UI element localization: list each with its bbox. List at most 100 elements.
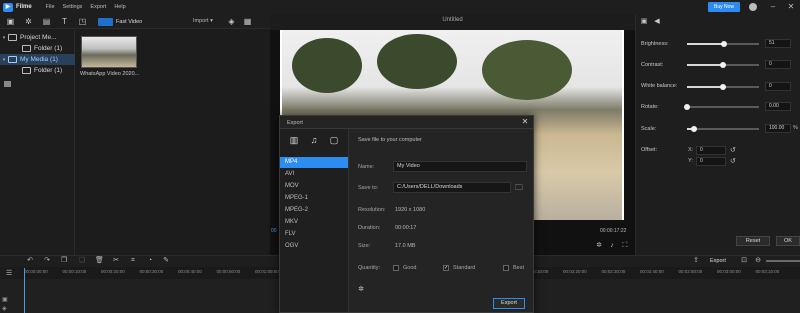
device-format-icon[interactable]: ▢: [329, 135, 339, 145]
contrast-handle[interactable]: [720, 62, 726, 68]
save-to-input[interactable]: C:/Users/DELL/Downloads: [393, 182, 511, 193]
user-icon[interactable]: [749, 3, 757, 11]
rotate-label: Rotate:: [641, 104, 659, 110]
video-content: [292, 38, 362, 93]
audio-tab-icon[interactable]: ◀: [653, 18, 661, 26]
chevron-down-icon[interactable]: ▾: [0, 57, 8, 63]
zoom-fit-icon[interactable]: ⊡: [740, 257, 748, 265]
brightness-value[interactable]: 51: [765, 39, 791, 48]
timeline-export-button[interactable]: Export: [710, 258, 726, 264]
split-icon[interactable]: ✂: [112, 257, 120, 265]
offset-label: Offset:: [641, 147, 658, 153]
tree-item-folder[interactable]: Folder (1): [0, 43, 75, 54]
paste-icon[interactable]: ❏: [78, 257, 86, 265]
text-icon[interactable]: T: [60, 17, 69, 26]
delete-icon[interactable]: 🗑: [95, 257, 104, 265]
menu-settings[interactable]: Settings: [63, 4, 83, 10]
settings-icon[interactable]: ✲: [595, 242, 603, 250]
rotate-slider[interactable]: [687, 106, 759, 108]
quality-standard-checkbox[interactable]: ✓: [443, 265, 449, 271]
elements-icon[interactable]: ◳: [78, 17, 87, 26]
ok-button[interactable]: OK: [776, 236, 800, 246]
media-icon[interactable]: ▣: [6, 17, 15, 26]
offset-y-label: Y:: [688, 158, 693, 164]
timeline-tick-label: 00:02:50:00: [678, 269, 703, 274]
audio-format-icon[interactable]: ♫: [309, 135, 319, 145]
close-icon[interactable]: ✕: [521, 118, 529, 126]
edit-icon[interactable]: ✎: [162, 257, 170, 265]
format-mov[interactable]: MOV: [280, 181, 348, 192]
copy-icon[interactable]: ❐: [60, 257, 68, 265]
white-balance-value[interactable]: 0: [765, 82, 791, 91]
effects-icon[interactable]: ✲: [24, 17, 33, 26]
name-input[interactable]: My Video: [393, 161, 527, 172]
rotate-handle[interactable]: [684, 104, 690, 110]
white-balance-handle[interactable]: [720, 84, 726, 90]
gear-icon[interactable]: ✲: [357, 286, 365, 294]
fast-video-button[interactable]: Fast Video: [98, 17, 142, 26]
export-button[interactable]: Export: [493, 298, 525, 309]
format-mpeg-1[interactable]: MPEG-1: [280, 193, 348, 204]
tree-item-my-media[interactable]: ▾ My Media (1): [0, 54, 75, 65]
format-mpeg-2[interactable]: MPEG-2: [280, 205, 348, 216]
track-menu-icon[interactable]: ☰: [6, 270, 14, 278]
redo-icon[interactable]: ↷: [43, 257, 51, 265]
export-icon[interactable]: ⇪: [692, 257, 700, 265]
transition-icon[interactable]: ▤: [42, 17, 51, 26]
menu-bar: ▶ Filme File Settings Export Help: [0, 0, 800, 14]
rotate-value[interactable]: 0.00: [765, 102, 791, 111]
volume-icon[interactable]: ♪: [608, 242, 616, 250]
fullscreen-icon[interactable]: ⛶: [621, 242, 629, 250]
offset-y-input[interactable]: 0: [696, 157, 726, 166]
reset-y-icon[interactable]: ↺: [730, 157, 736, 165]
tree-item-project-media[interactable]: ▾ Project Me...: [0, 32, 75, 43]
chevron-down-icon[interactable]: ▾: [0, 35, 8, 41]
preview-title: Untitled: [442, 17, 463, 23]
menu-file[interactable]: File: [46, 4, 55, 10]
menu-export[interactable]: Export: [90, 4, 106, 10]
timeline-tick-label: 00:02:30:00: [601, 269, 626, 274]
reset-button[interactable]: Reset: [736, 236, 770, 246]
format-avi[interactable]: AVI: [280, 169, 348, 180]
format-flv[interactable]: FLV: [280, 229, 348, 240]
offset-x-input[interactable]: 0: [696, 146, 726, 155]
duration-label: Duration:: [358, 225, 381, 231]
video-content: [482, 40, 572, 100]
format-mkv[interactable]: MKV: [280, 217, 348, 228]
video-format-icon[interactable]: ▥: [289, 135, 299, 145]
folder-icon[interactable]: 🗀: [514, 184, 524, 192]
timeline-tick-label: 00:02:20:00: [563, 269, 587, 274]
crop-icon[interactable]: ⌗: [129, 257, 137, 265]
timeline-tick-label: 00:00:10:00: [62, 269, 87, 274]
zoom-out-icon[interactable]: ⊖: [754, 257, 762, 265]
quality-good-checkbox[interactable]: [393, 265, 399, 271]
media-thumbnail-label: WhatsApp Video 2020...: [80, 71, 140, 77]
tree-item-folder[interactable]: Folder (1): [0, 65, 75, 76]
media-thumbnail[interactable]: [81, 36, 137, 68]
undo-icon[interactable]: ↶: [26, 257, 34, 265]
grid-view-icon[interactable]: ▦: [243, 17, 252, 26]
menu-help[interactable]: Help: [114, 4, 125, 10]
contrast-value[interactable]: 0: [765, 60, 791, 69]
add-folder-icon[interactable]: [4, 81, 11, 87]
format-ogv[interactable]: OGV: [280, 241, 348, 252]
minimize-icon[interactable]: –: [768, 2, 778, 12]
app-logo-icon: ▶: [3, 2, 13, 12]
buy-now-button[interactable]: Buy Now: [708, 2, 740, 12]
scale-value[interactable]: 100.00: [765, 124, 791, 133]
timeline-tick-label: 00:03:10:00: [755, 269, 780, 274]
brightness-handle[interactable]: [720, 41, 727, 47]
close-icon[interactable]: ✕: [786, 2, 796, 12]
quality-best-checkbox[interactable]: [503, 265, 509, 271]
layers-icon[interactable]: ◈: [227, 17, 236, 26]
playhead[interactable]: [24, 268, 25, 313]
scale-slider[interactable]: [687, 128, 759, 130]
video-tab-icon[interactable]: ▣: [640, 18, 648, 26]
media-folder-icon: [8, 56, 17, 63]
timeline-tick-label: 00:00:50:00: [216, 269, 241, 274]
format-mp4[interactable]: MP4: [280, 157, 348, 168]
zoom-slider[interactable]: [766, 260, 800, 262]
reset-x-icon[interactable]: ↺: [730, 146, 736, 154]
speed-icon[interactable]: ◔: [146, 257, 154, 265]
import-dropdown[interactable]: Import ▾: [193, 18, 213, 24]
